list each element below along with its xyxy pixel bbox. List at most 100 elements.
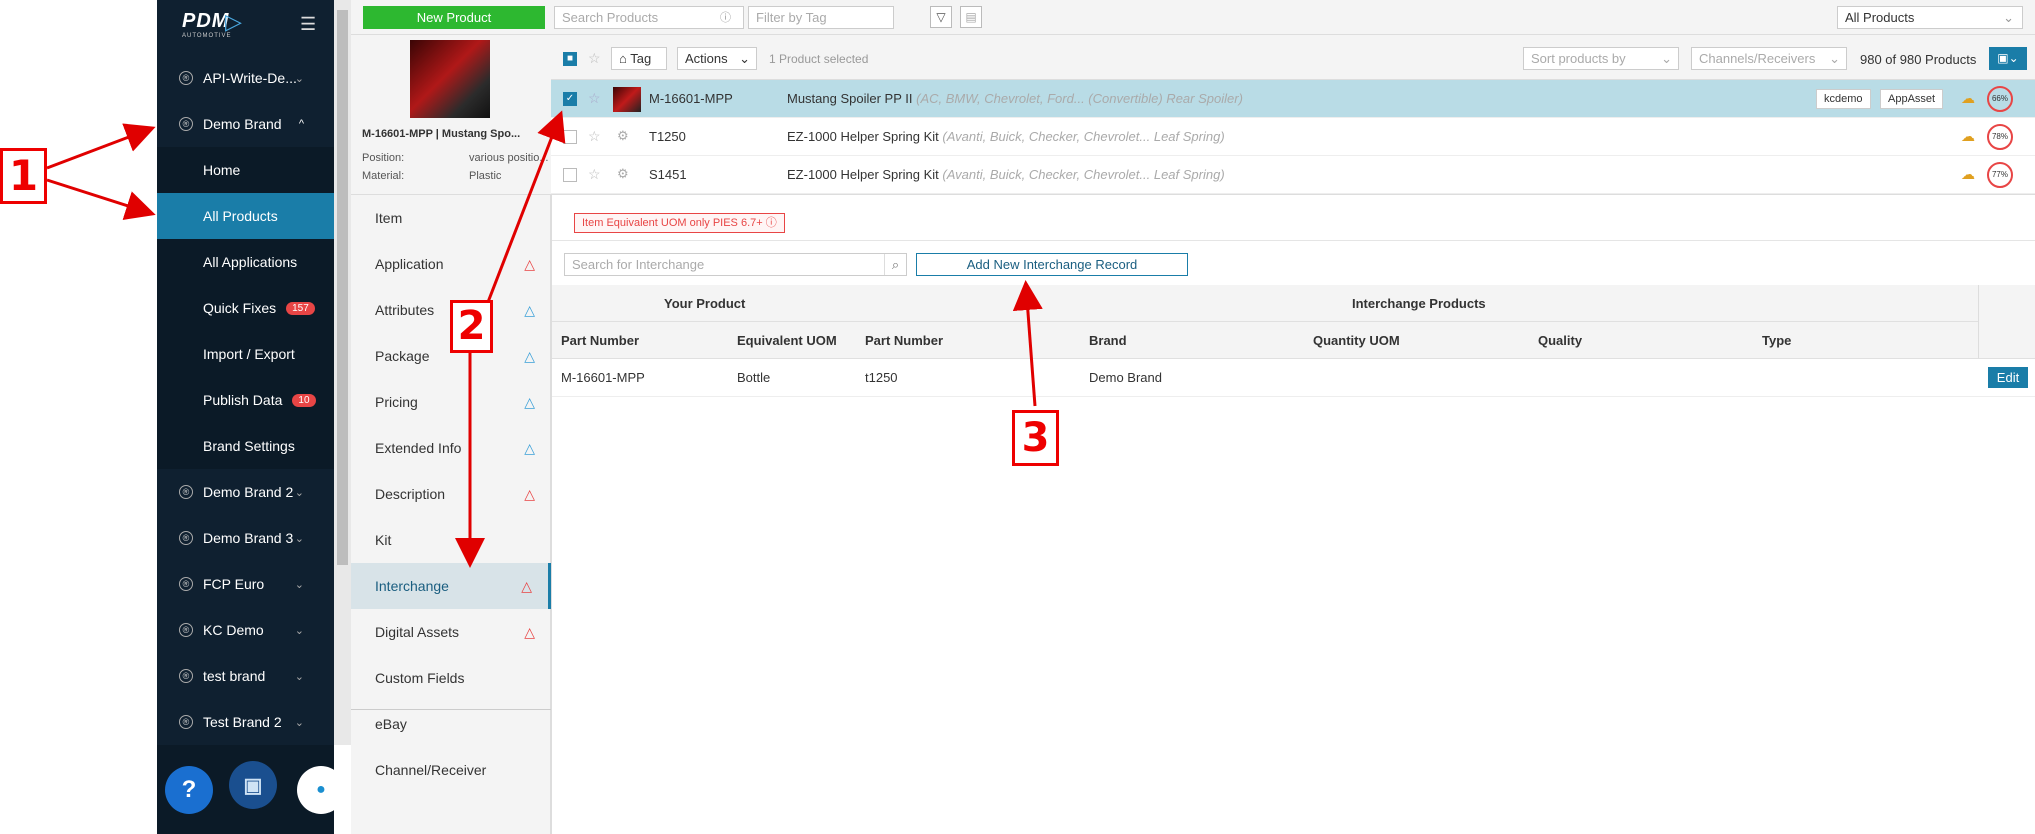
- sort-select[interactable]: Sort products by ⌄: [1523, 47, 1679, 70]
- filter-icon[interactable]: ▽: [930, 6, 952, 28]
- material-value: Plastic: [469, 170, 502, 182]
- channels-select[interactable]: Channels/Receivers ⌄: [1691, 47, 1847, 70]
- selected-count: 1 Product selected: [769, 52, 869, 66]
- registered-icon: ®: [179, 623, 193, 637]
- actions-dropdown[interactable]: Actions ⌄: [677, 47, 757, 70]
- product-card-title: M-16601-MPP | Mustang Spo...: [362, 128, 521, 140]
- sidebar-brand-demo-brand[interactable]: ® Demo Brand ^: [157, 101, 334, 147]
- quick-fixes-badge: 157: [286, 301, 315, 315]
- new-product-button[interactable]: New Product: [363, 6, 545, 29]
- chat-icon: ▣: [243, 774, 263, 797]
- nav-interchange[interactable]: Interchange △: [351, 563, 551, 609]
- sidebar-item-all-products[interactable]: All Products: [157, 193, 334, 239]
- sidebar-item-label: Home: [203, 162, 241, 178]
- sidebar-scrollbar-thumb[interactable]: [337, 10, 348, 565]
- col-quality: Quality: [1538, 333, 1583, 348]
- nav-application[interactable]: Application △: [351, 241, 551, 287]
- sidebar-item-import-export[interactable]: Import / Export: [157, 331, 334, 377]
- sidebar-item-label: test brand: [203, 668, 266, 684]
- nav-label: Custom Fields: [375, 670, 465, 686]
- search-icon[interactable]: ⌕: [884, 254, 906, 275]
- nav-label: Package: [375, 348, 430, 364]
- location-button[interactable]: ●: [297, 766, 345, 814]
- nav-ebay[interactable]: eBay: [351, 701, 551, 747]
- sidebar-item-publish-data[interactable]: Publish Data 10: [157, 377, 334, 423]
- part-number: T1250: [649, 129, 686, 144]
- sidebar-brand-fcp-euro[interactable]: ® FCP Euro ⌄: [157, 561, 334, 607]
- sidebar-item-label: Import / Export: [203, 346, 295, 362]
- registered-icon: ®: [179, 485, 193, 499]
- star-icon[interactable]: ☆: [588, 90, 601, 107]
- fitment: (Avanti, Buick, Checker, Chevrolet... Le…: [942, 129, 1225, 144]
- sidebar-brand-test-brand-2[interactable]: ® Test Brand 2 ⌄: [157, 699, 334, 745]
- view-toggle-button[interactable]: ▣⌄: [1989, 47, 2027, 70]
- table-row[interactable]: ☆ ⚙ S1451 EZ-1000 Helper Spring Kit (Ava…: [551, 156, 2035, 194]
- tag-chip[interactable]: AppAsset: [1880, 89, 1944, 109]
- part-number: M-16601-MPP: [649, 91, 733, 106]
- table-row[interactable]: ☆ ⚙ T1250 EZ-1000 Helper Spring Kit (Ava…: [551, 118, 2035, 156]
- nav-label: eBay: [375, 716, 407, 732]
- filter-by-tag-input[interactable]: Filter by Tag: [748, 6, 894, 29]
- warning-icon: △: [524, 623, 535, 640]
- sidebar-brand-demo-brand-3[interactable]: ® Demo Brand 3 ⌄: [157, 515, 334, 561]
- channels-label: Channels/Receivers: [1699, 51, 1816, 66]
- sidebar-item-brand-settings[interactable]: Brand Settings: [157, 423, 334, 469]
- product-section-nav: Item Application △ Attributes △ Package △ P…: [351, 195, 551, 834]
- nav-kit[interactable]: Kit: [351, 517, 551, 563]
- chevron-down-icon: ⌄: [739, 51, 750, 66]
- tag-button[interactable]: ⌂ Tag: [611, 47, 667, 70]
- fitment: (AC, BMW, Chevrolet, Ford... (Convertibl…: [916, 91, 1243, 106]
- registered-icon: ®: [179, 531, 193, 545]
- sidebar-brand-kc-demo[interactable]: ® KC Demo ⌄: [157, 607, 334, 653]
- add-interchange-record-button[interactable]: Add New Interchange Record: [916, 253, 1188, 276]
- info-icon: ⓘ: [765, 217, 777, 229]
- pin-icon: ●: [316, 781, 326, 798]
- tag-chip[interactable]: kcdemo: [1816, 89, 1871, 109]
- nav-label: Extended Info: [375, 440, 462, 456]
- sidebar-scrollbar[interactable]: [334, 0, 351, 745]
- clear-filter-icon[interactable]: ▤: [960, 6, 982, 28]
- nav-extended-info[interactable]: Extended Info △: [351, 425, 551, 471]
- sidebar-item-label: KC Demo: [203, 622, 264, 638]
- sidebar-item-quick-fixes[interactable]: Quick Fixes 157: [157, 285, 334, 331]
- row-checkbox[interactable]: ✓: [563, 92, 577, 106]
- registered-icon: ®: [179, 71, 193, 85]
- nav-channel-receiver[interactable]: Channel/Receiver: [351, 747, 551, 793]
- sidebar-brand-demo-brand-2[interactable]: ® Demo Brand 2 ⌄: [157, 469, 334, 515]
- info-icon: ⓘ: [720, 12, 731, 24]
- star-icon[interactable]: ☆: [588, 50, 601, 67]
- chat-button[interactable]: ▣: [229, 761, 277, 809]
- annotation-callout-1: 1: [0, 148, 47, 204]
- sidebar-footer: ? ▣ ●: [157, 745, 345, 834]
- group-your-product: Your Product: [664, 296, 746, 311]
- star-icon[interactable]: ☆: [588, 128, 601, 145]
- product-name: EZ-1000 Helper Spring Kit: [787, 129, 939, 144]
- product-scope-select[interactable]: All Products ⌄: [1837, 6, 2023, 29]
- sidebar-item-label: Demo Brand 2: [203, 484, 294, 500]
- sidebar-brand-test-brand[interactable]: ® test brand ⌄: [157, 653, 334, 699]
- nav-label: Channel/Receiver: [375, 762, 487, 778]
- search-interchange-input[interactable]: Search for Interchange ⌕: [564, 253, 907, 276]
- nav-custom-fields[interactable]: Custom Fields: [351, 655, 551, 701]
- star-icon[interactable]: ☆: [588, 166, 601, 183]
- search-products-input[interactable]: Search Products: [554, 6, 744, 29]
- nav-description[interactable]: Description △: [351, 471, 551, 517]
- nav-digital-assets[interactable]: Digital Assets △: [351, 609, 551, 655]
- nav-label: Description: [375, 486, 446, 502]
- help-button[interactable]: ?: [165, 766, 213, 814]
- sidebar-item-home[interactable]: Home: [157, 147, 334, 193]
- row-checkbox[interactable]: [563, 130, 577, 144]
- select-all-checkbox[interactable]: ■: [563, 52, 577, 66]
- arrow-1-to-demo-brand: [46, 123, 156, 170]
- table-row[interactable]: ✓ ☆ M-16601-MPP Mustang Spoiler PP II (A…: [551, 80, 2035, 118]
- sidebar-item-all-applications[interactable]: All Applications: [157, 239, 334, 285]
- product-description: Mustang Spoiler PP II (AC, BMW, Chevrole…: [787, 91, 1243, 106]
- row-checkbox[interactable]: [563, 168, 577, 182]
- publish-data-badge: 10: [292, 393, 316, 407]
- menu-collapse-icon[interactable]: ☰: [300, 14, 316, 35]
- nav-pricing[interactable]: Pricing △: [351, 379, 551, 425]
- product-thumb: [613, 87, 641, 112]
- nav-item[interactable]: Item: [351, 195, 551, 241]
- sidebar-brand-api-write[interactable]: ® API-Write-De... ⌄: [157, 55, 334, 101]
- edit-button[interactable]: Edit: [1988, 367, 2028, 388]
